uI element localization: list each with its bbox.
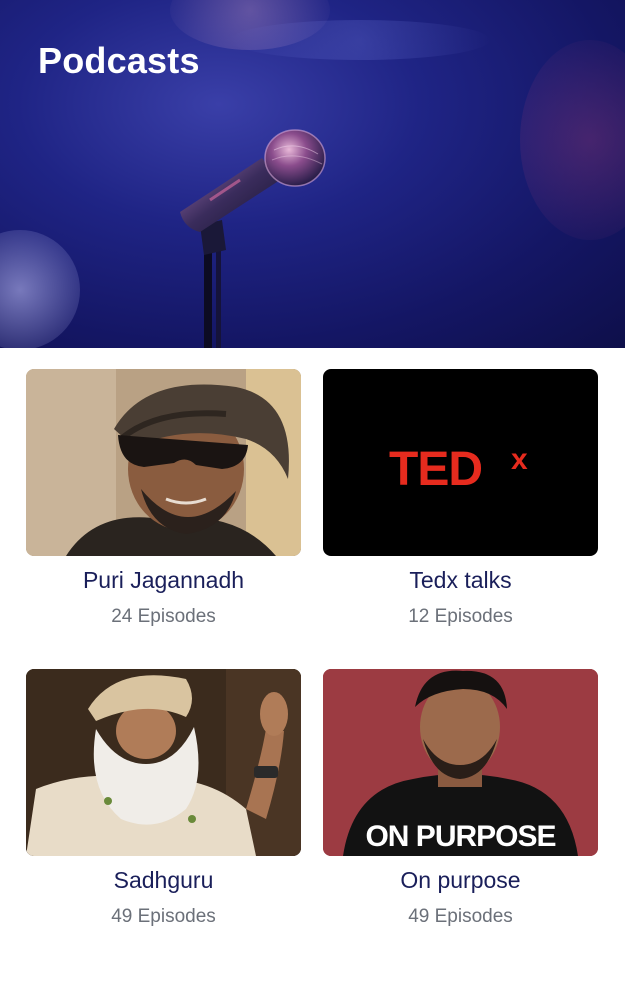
portrait-image: [26, 669, 301, 856]
svg-text:TED: TED: [389, 443, 482, 496]
podcast-card-on-purpose[interactable]: ON PURPOSE On purpose 49 Episodes: [323, 669, 598, 929]
episode-count: 12 Episodes: [408, 606, 513, 627]
podcast-card-sadhguru[interactable]: Sadhguru 49 Episodes: [26, 669, 301, 929]
episode-count: 49 Episodes: [408, 906, 513, 927]
page-title: Podcasts: [38, 40, 200, 81]
portrait-image: [26, 369, 301, 556]
hero-banner: Podcasts: [0, 0, 625, 348]
tedx-logo: TED x: [389, 443, 528, 496]
podcast-thumbnail[interactable]: [26, 369, 301, 556]
svg-text:x: x: [511, 443, 528, 476]
podcast-title[interactable]: Puri Jagannadh: [26, 566, 301, 594]
episode-count: 49 Episodes: [111, 906, 216, 927]
bokeh-light: [230, 20, 490, 60]
podcast-title[interactable]: Tedx talks: [323, 566, 598, 594]
episode-count: 24 Episodes: [111, 606, 216, 627]
podcast-thumbnail[interactable]: TED x: [323, 369, 598, 556]
podcast-title[interactable]: On purpose: [323, 866, 598, 894]
microphone-icon: [180, 129, 326, 348]
podcast-thumbnail[interactable]: [26, 669, 301, 856]
bokeh-light: [520, 40, 625, 240]
on-purpose-logo: ON PURPOSE: [365, 820, 556, 853]
podcast-card-puri-jagannadh[interactable]: Puri Jagannadh 24 Episodes: [26, 369, 301, 629]
podcast-card-tedx-talks[interactable]: TED x Tedx talks 12 Episodes: [323, 369, 598, 629]
podcast-thumbnail[interactable]: ON PURPOSE: [323, 669, 598, 856]
bokeh-light: [0, 230, 80, 348]
podcast-title[interactable]: Sadhguru: [26, 866, 301, 894]
